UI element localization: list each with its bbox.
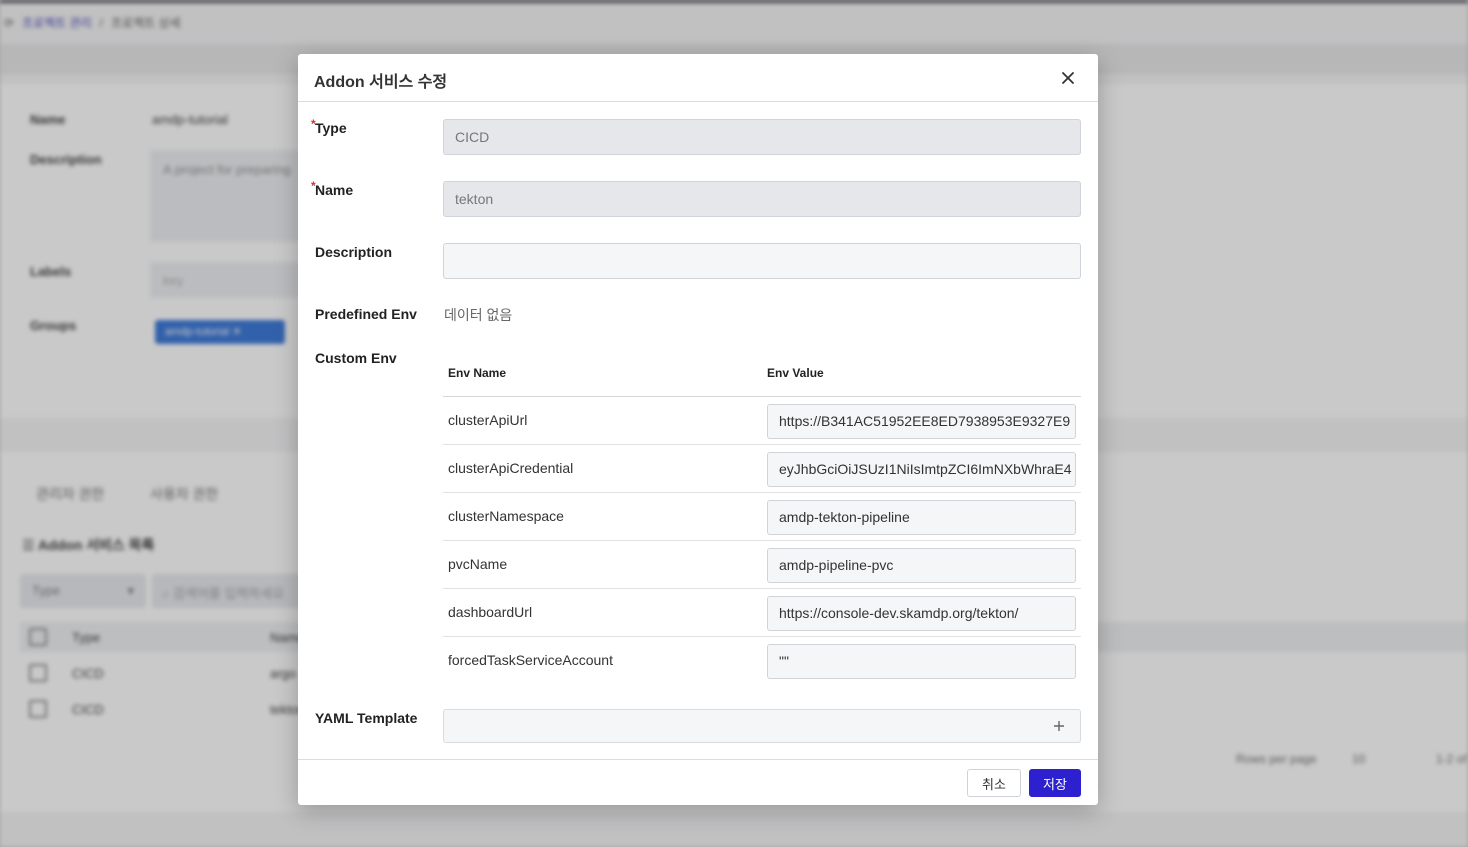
env-name: dashboardUrl xyxy=(448,604,533,620)
env-table-header: Env Name Env Value xyxy=(443,348,1081,397)
env-name: clusterApiCredential xyxy=(448,460,574,476)
env-name: clusterNamespace xyxy=(448,508,564,524)
expand-yaml-button[interactable] xyxy=(1050,717,1068,735)
env-name: forcedTaskServiceAccount xyxy=(448,652,613,668)
env-row: clusterNamespace amdp-tekton-pipeline xyxy=(443,493,1081,541)
modal-title: Addon 서비스 수정 xyxy=(314,74,448,91)
description-input[interactable] xyxy=(443,243,1081,279)
description-label: Description xyxy=(315,244,393,260)
env-value-input[interactable]: amdp-pipeline-pvc xyxy=(767,548,1076,583)
type-field: CICD xyxy=(443,119,1081,155)
cancel-button[interactable]: 취소 xyxy=(967,769,1021,797)
edit-addon-modal: Addon 서비스 수정 * Type CICD * Name tekton D… xyxy=(298,54,1098,805)
env-row: pvcName amdp-pipeline-pvc xyxy=(443,541,1081,589)
env-row: clusterApiCredential eyJhbGciOiJSUzI1NiI… xyxy=(443,445,1081,493)
type-label: Type xyxy=(315,120,347,136)
env-name: clusterApiUrl xyxy=(448,412,528,428)
env-name: pvcName xyxy=(448,556,508,572)
env-row: clusterApiUrl https://B341AC51952EE8ED79… xyxy=(443,397,1081,445)
modal-footer: 취소 저장 xyxy=(298,759,1098,805)
predefined-env-empty: 데이터 없음 xyxy=(444,307,513,323)
env-value-input[interactable]: amdp-tekton-pipeline xyxy=(767,500,1076,535)
env-name-header: Env Name xyxy=(448,366,507,380)
env-value-header: Env Value xyxy=(767,366,824,380)
yaml-template-label: YAML Template xyxy=(315,710,418,726)
save-button[interactable]: 저장 xyxy=(1029,769,1081,797)
close-button[interactable] xyxy=(1056,66,1080,90)
yaml-template-panel[interactable] xyxy=(443,709,1081,743)
modal-header: Addon 서비스 수정 xyxy=(298,54,1098,102)
plus-icon xyxy=(1054,721,1064,731)
env-value-input[interactable]: https://console-dev.skamdp.org/tekton/ xyxy=(767,596,1076,631)
custom-env-table: Env Name Env Value clusterApiUrl https:/… xyxy=(443,348,1081,685)
name-label: Name xyxy=(315,182,354,198)
predefined-env-label: Predefined Env xyxy=(315,306,417,322)
custom-env-label: Custom Env xyxy=(315,350,397,366)
env-row: forcedTaskServiceAccount "" xyxy=(443,637,1081,685)
env-value-input[interactable]: https://B341AC51952EE8ED7938953E9327E9 xyxy=(767,404,1076,439)
env-value-input[interactable]: eyJhbGciOiJSUzI1NiIsImtpZCI6ImNXbWhraE4 xyxy=(767,452,1076,487)
env-value-input[interactable]: "" xyxy=(767,644,1076,679)
name-field: tekton xyxy=(443,181,1081,217)
env-row: dashboardUrl https://console-dev.skamdp.… xyxy=(443,589,1081,637)
close-icon xyxy=(1062,72,1074,84)
